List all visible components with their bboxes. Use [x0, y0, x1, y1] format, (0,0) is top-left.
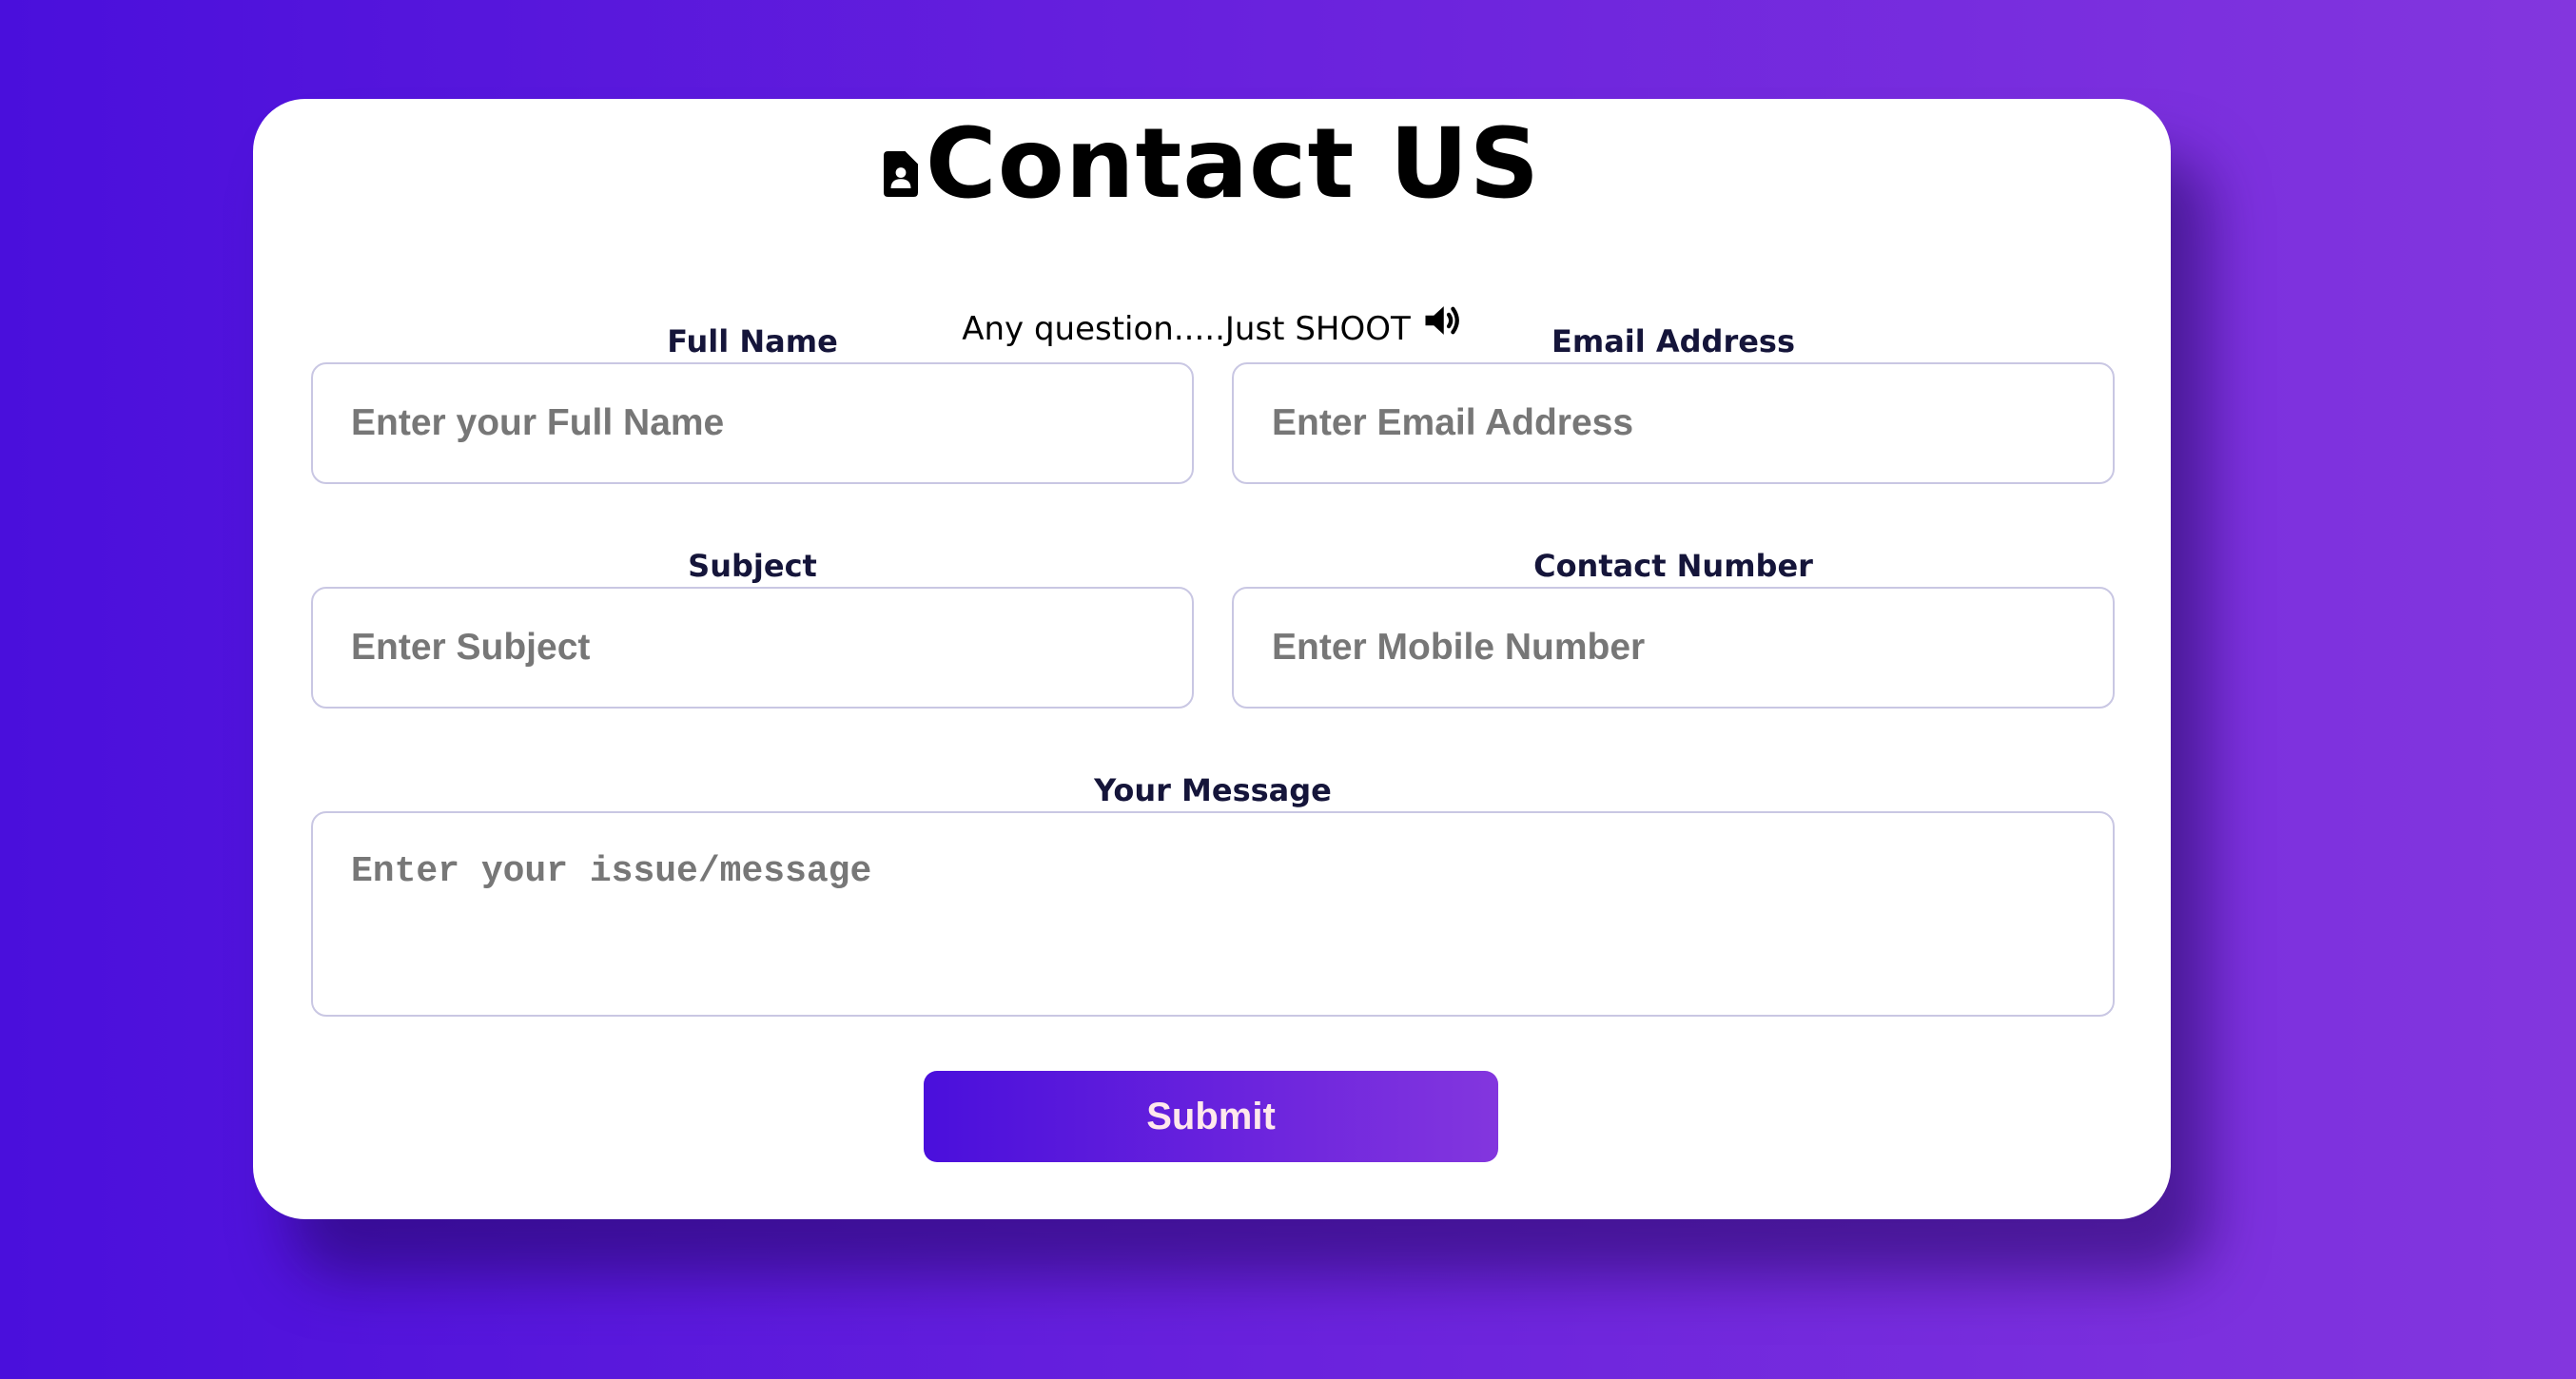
title-row: Contact US [253, 107, 2171, 223]
message-textarea[interactable] [311, 811, 2115, 1017]
contact-card-icon [883, 151, 918, 198]
submit-button[interactable]: Submit [924, 1071, 1498, 1162]
message-label: Your Message [1094, 772, 1332, 808]
contact-card: Contact US Any question.....Just SHOOT F… [253, 99, 2171, 1219]
full-name-label: Full Name [667, 323, 838, 359]
full-name-input[interactable] [311, 362, 1194, 484]
page-title: Contact US [925, 107, 1541, 221]
contact-number-input[interactable] [1232, 587, 2115, 709]
subject-input[interactable] [311, 587, 1194, 709]
email-label: Email Address [1551, 323, 1796, 359]
subject-label: Subject [688, 548, 817, 584]
email-input[interactable] [1232, 362, 2115, 484]
contact-number-label: Contact Number [1533, 548, 1813, 584]
